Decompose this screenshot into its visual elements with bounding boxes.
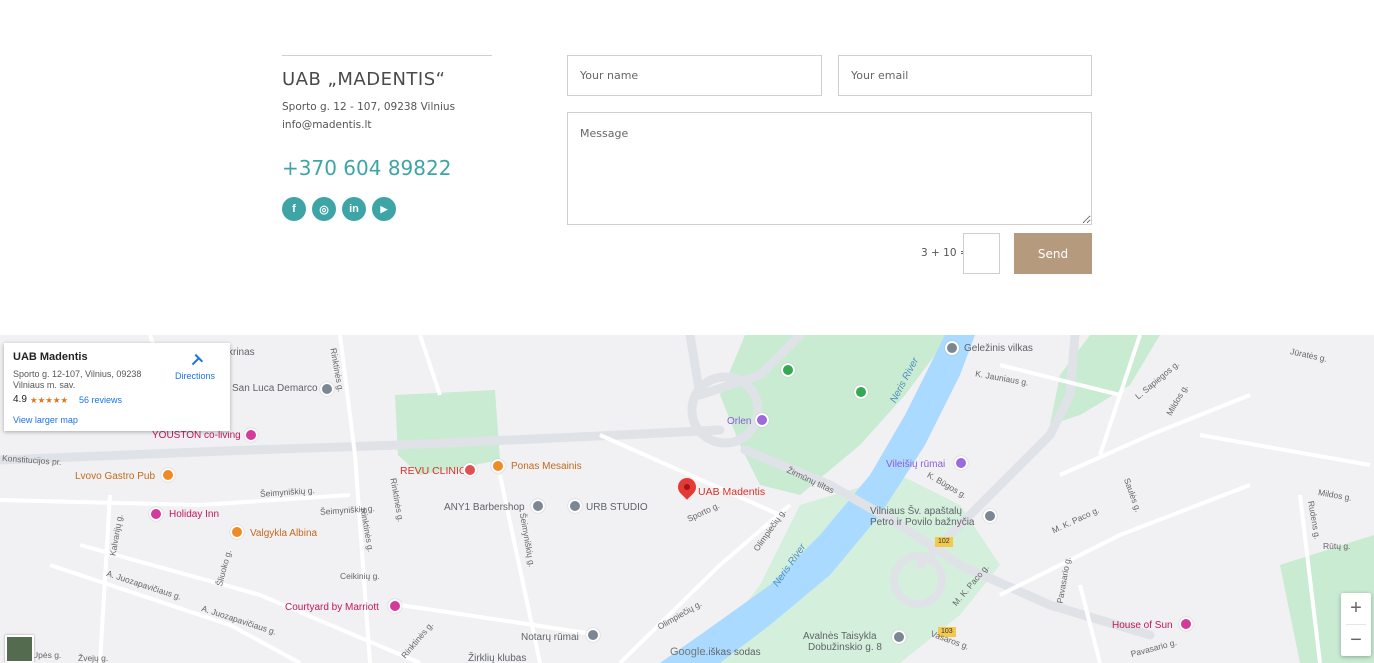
fuel-pin-icon[interactable]	[755, 413, 769, 427]
company-info: UAB „MADENTIS“ Sporto g. 12 - 107, 09238…	[282, 55, 492, 221]
place-ponas-mesainis: Ponas Mesainis	[511, 461, 582, 472]
marker-label: UAB Madentis	[698, 486, 766, 498]
card-title: UAB Madentis	[13, 351, 88, 363]
place-pin-icon[interactable]	[586, 628, 600, 642]
company-phone[interactable]: +370 604 89822	[282, 156, 492, 180]
road-label: Žvejų g.	[78, 653, 109, 663]
place-revu-clinic: REVU CLINIC	[400, 465, 467, 477]
place-avalnes-line2: Dobužinskio g. 8	[808, 642, 882, 653]
place-zirkliu-klubas: Žirklių klubas	[468, 653, 527, 663]
clinic-pin-icon[interactable]	[463, 463, 477, 477]
place-valgykla: Valgykla Albina	[250, 528, 318, 539]
place-urb-studio: URB STUDIO	[586, 502, 648, 513]
place-youston: YOUSTON co-living	[152, 430, 241, 441]
zoom-controls: + −	[1341, 593, 1371, 656]
hotel-pin-icon[interactable]	[244, 428, 258, 442]
place-gelezinis-vilkas: Geležinis vilkas	[964, 343, 1033, 354]
linkedin-icon[interactable]: in	[342, 197, 366, 221]
company-email[interactable]: info@madentis.lt	[282, 116, 492, 134]
captcha-label: 3 + 10 =	[921, 247, 969, 259]
place-pin-icon[interactable]	[1179, 617, 1193, 631]
place-pin-icon[interactable]	[531, 499, 545, 513]
directions-link[interactable]: Directions	[175, 371, 215, 381]
facebook-icon[interactable]: f	[282, 197, 306, 221]
social-links: f ◎ in ▶	[282, 197, 492, 221]
place-orlen: Orlen	[727, 416, 752, 427]
directions-icon[interactable]	[188, 353, 204, 369]
hotel-pin-icon[interactable]	[149, 507, 163, 521]
place-holiday-inn: Holiday Inn	[169, 509, 220, 520]
road-label: Rūtų g.	[1323, 541, 1351, 551]
card-reviews-link[interactable]: 56 reviews	[79, 395, 122, 405]
place-pin-icon[interactable]	[892, 630, 906, 644]
restaurant-pin-icon[interactable]	[230, 525, 244, 539]
place-vileisiu-rumai: Vileišių rūmai	[886, 459, 946, 470]
google-map[interactable]: krinas San Luca Demarco YOUSTON co-livin…	[0, 335, 1374, 663]
zoom-out-button[interactable]: −	[1341, 625, 1371, 656]
place-sodas: ...iškas sodas	[700, 647, 761, 658]
park-pin-icon[interactable]	[781, 363, 795, 377]
place-church-line1: Vilniaus Šv. apaštalų	[870, 506, 962, 517]
satellite-toggle[interactable]	[5, 635, 34, 663]
zoom-in-button[interactable]: +	[1341, 593, 1371, 624]
company-name: UAB „MADENTIS“	[282, 69, 446, 90]
place-pin-icon[interactable]	[568, 499, 582, 513]
company-address: Sporto g. 12 - 107, 09238 Vilnius	[282, 101, 456, 113]
place-san-luca: San Luca Demarco	[232, 383, 318, 394]
place-krinas: krinas	[228, 347, 255, 358]
church-pin-icon[interactable]	[983, 509, 997, 523]
hotel-pin-icon[interactable]	[388, 599, 402, 613]
email-input[interactable]	[838, 55, 1092, 96]
google-logo: Google	[670, 646, 706, 658]
map-info-card: UAB Madentis Sporto g. 12-107, Vilnius, …	[4, 343, 230, 431]
place-pin-icon[interactable]	[954, 456, 968, 470]
star-icon: ★★★★★	[30, 395, 69, 405]
place-pin-icon[interactable]	[945, 341, 959, 355]
road-label: Upės g.	[32, 650, 62, 660]
place-notaru-rumai: Notarų rūmai	[521, 632, 579, 643]
name-input[interactable]	[567, 55, 822, 96]
restaurant-pin-icon[interactable]	[161, 468, 175, 482]
road-label: Ceikinių g.	[340, 571, 380, 581]
captcha-input[interactable]	[963, 233, 1000, 274]
message-textarea[interactable]	[567, 112, 1092, 225]
place-lvovo: Lvovo Gastro Pub	[75, 471, 156, 482]
contact-section: UAB „MADENTIS“ Sporto g. 12 - 107, 09238…	[0, 0, 1374, 335]
place-church-line2: Petro ir Povilo bažnyčia	[870, 517, 975, 528]
place-any1-barbershop: ANY1 Barbershop	[444, 502, 525, 513]
card-address: Sporto g. 12-107, Vilnius, 09238 Vilniau…	[13, 369, 142, 390]
park-pin-icon[interactable]	[854, 385, 868, 399]
card-rating: 4.9	[13, 394, 27, 405]
restaurant-pin-icon[interactable]	[491, 459, 505, 473]
youtube-icon[interactable]: ▶	[372, 197, 396, 221]
view-larger-map-link[interactable]: View larger map	[13, 415, 78, 425]
place-avalnes-line1: Avalnės Taisykla	[803, 631, 877, 642]
send-button[interactable]: Send	[1014, 233, 1092, 274]
road-number: 103	[941, 628, 953, 635]
place-courtyard: Courtyard by Marriott	[285, 602, 379, 613]
instagram-icon[interactable]: ◎	[312, 197, 336, 221]
road-number: 102	[938, 538, 950, 545]
place-house-of-sun: House of Sun	[1112, 620, 1173, 631]
place-pin-icon[interactable]	[320, 382, 334, 396]
